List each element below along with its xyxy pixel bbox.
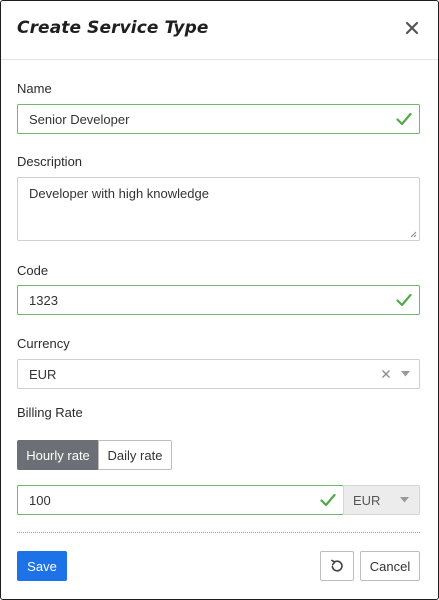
name-input[interactable]: Senior Developer <box>17 104 420 134</box>
create-service-type-dialog: Create Service Type Name Senior Develope… <box>0 0 439 600</box>
cancel-button[interactable]: Cancel <box>360 551 420 581</box>
save-button[interactable]: Save <box>17 551 67 581</box>
close-icon[interactable] <box>404 20 420 36</box>
name-value: Senior Developer <box>29 112 130 127</box>
chevron-down-icon[interactable] <box>401 371 410 377</box>
resize-handle-icon[interactable] <box>409 230 417 238</box>
description-value: Developer with high knowledge <box>29 186 209 201</box>
check-icon <box>320 493 336 507</box>
description-label: Description <box>17 154 83 169</box>
name-label: Name <box>17 81 52 96</box>
check-icon <box>396 293 412 307</box>
dialog-header: Create Service Type <box>1 1 438 60</box>
check-icon <box>396 112 412 126</box>
currency-select[interactable]: EUR <box>17 359 420 389</box>
currency-value: EUR <box>29 367 57 382</box>
chevron-down-icon <box>400 497 409 503</box>
reset-button[interactable] <box>320 551 354 581</box>
billing-rate-amount-value: 100 <box>29 493 51 508</box>
billing-rate-label: Billing Rate <box>17 405 83 420</box>
daily-rate-toggle[interactable]: Daily rate <box>98 440 172 470</box>
reset-icon <box>331 559 343 572</box>
code-value: 1323 <box>29 293 58 308</box>
billing-rate-amount-input[interactable]: 100 <box>17 485 344 515</box>
hourly-rate-toggle[interactable]: Hourly rate <box>17 440 99 470</box>
currency-label: Currency <box>17 336 70 351</box>
code-input[interactable]: 1323 <box>17 285 420 315</box>
code-label: Code <box>17 263 49 278</box>
description-textarea[interactable]: Developer with high knowledge <box>17 177 420 241</box>
dialog-title: Create Service Type <box>17 18 209 38</box>
footer-divider <box>17 532 420 533</box>
billing-rate-currency-value: EUR <box>353 493 381 508</box>
billing-rate-currency-select[interactable]: EUR <box>343 485 420 515</box>
clear-icon[interactable] <box>381 369 391 379</box>
